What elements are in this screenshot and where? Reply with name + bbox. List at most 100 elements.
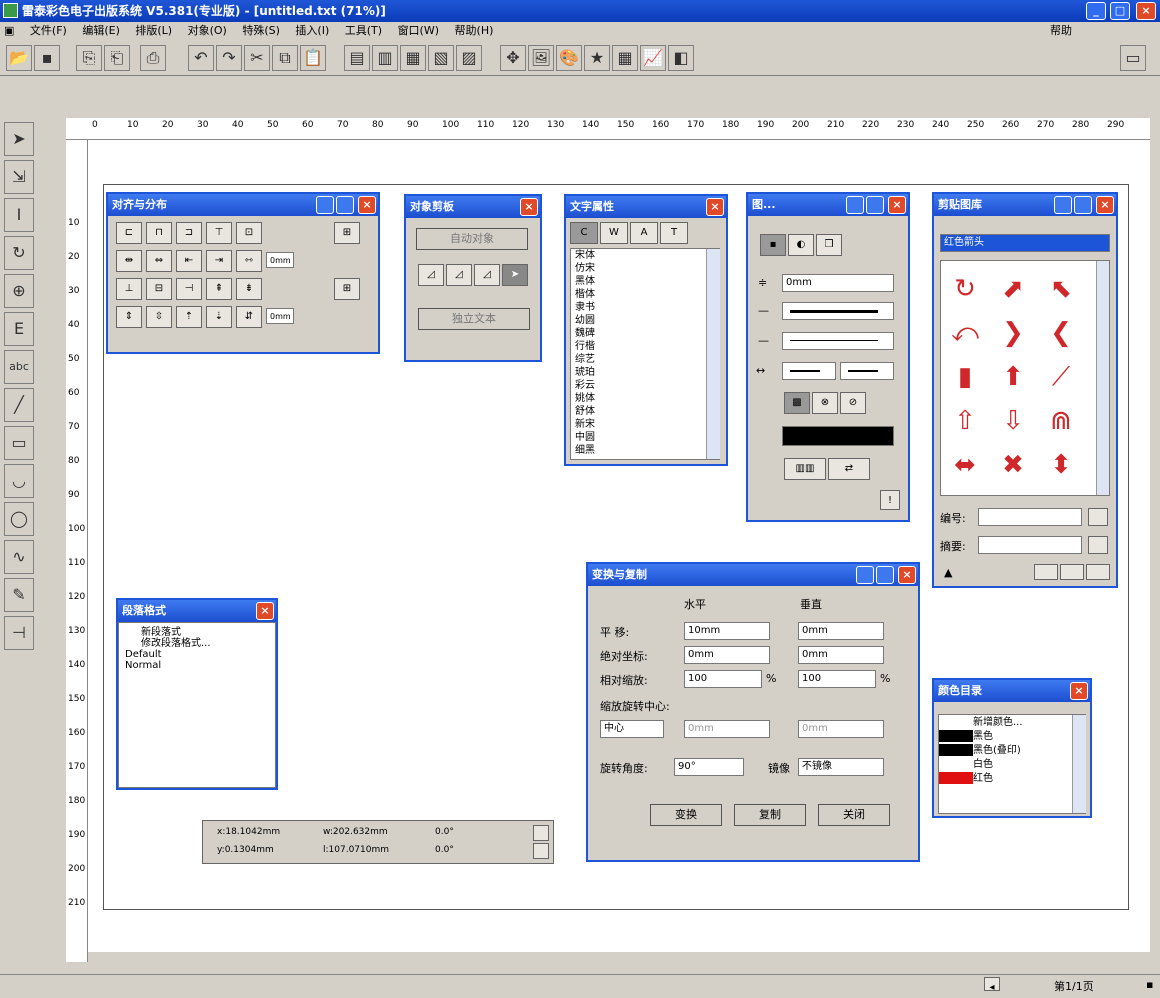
- align-bottom-icon[interactable]: ⊥: [116, 278, 142, 300]
- coord-btn-1-icon[interactable]: [533, 825, 549, 841]
- redo-icon[interactable]: ↷: [216, 45, 242, 71]
- table-icon[interactable]: ▦: [612, 45, 638, 71]
- menu-special[interactable]: 特殊(S): [242, 24, 280, 37]
- font-list-item[interactable]: 仿宋: [571, 262, 719, 275]
- menu-tools[interactable]: 工具(T): [345, 24, 382, 37]
- link-1-icon[interactable]: ◿: [418, 264, 444, 286]
- extra-icon[interactable]: ▭: [1120, 45, 1146, 71]
- minimize-icon[interactable]: [1054, 196, 1072, 214]
- font-list-item[interactable]: 魏碑: [571, 327, 719, 340]
- font-list-item[interactable]: 新宋: [571, 418, 719, 431]
- paragraph-palette-title[interactable]: 段落格式 ×: [118, 600, 276, 622]
- close-palette-button[interactable]: 关闭: [818, 804, 890, 826]
- link-3-icon[interactable]: ◿: [474, 264, 500, 286]
- zoom-icon[interactable]: ⊕: [4, 274, 34, 308]
- font-list-item[interactable]: 琥珀: [571, 366, 719, 379]
- center-v-field[interactable]: 0mm: [798, 720, 884, 738]
- close-icon[interactable]: ×: [520, 198, 538, 216]
- export-icon[interactable]: ⎗: [104, 45, 130, 71]
- distribute-v4-icon[interactable]: ⇣: [206, 306, 232, 328]
- select-arrow-icon[interactable]: ➤: [4, 122, 34, 156]
- tab-word[interactable]: W: [600, 222, 628, 244]
- chevron-right-arrow-icon[interactable]: ❯: [997, 317, 1029, 349]
- line-end-cap-select[interactable]: [840, 362, 894, 380]
- star-icon[interactable]: ★: [584, 45, 610, 71]
- close-button[interactable]: ×: [1136, 2, 1156, 20]
- down-outline-arrow-icon[interactable]: ⇩: [997, 405, 1029, 437]
- pattern-1-icon[interactable]: ▩: [784, 392, 810, 414]
- font-list-item[interactable]: 楷体: [571, 288, 719, 301]
- minimize-icon[interactable]: [316, 196, 334, 214]
- transform-button[interactable]: 变换: [650, 804, 722, 826]
- layout2-icon[interactable]: ▥: [372, 45, 398, 71]
- color-list-item[interactable]: 新增颜色...: [939, 715, 1085, 729]
- menu-right-help[interactable]: 帮助: [1050, 22, 1072, 40]
- clipart-nav-2-icon[interactable]: [1060, 564, 1084, 580]
- close-icon[interactable]: ×: [706, 198, 724, 216]
- maximize-icon[interactable]: [1074, 196, 1092, 214]
- link-pointer-icon[interactable]: ➤: [502, 264, 528, 286]
- maximize-button[interactable]: □: [1110, 2, 1130, 20]
- font-list-item[interactable]: 行楷: [571, 340, 719, 353]
- layout3-icon[interactable]: ▦: [400, 45, 426, 71]
- print-icon[interactable]: ⎙: [140, 45, 166, 71]
- align-mid-icon[interactable]: ⊟: [146, 278, 172, 300]
- object-palette-title[interactable]: 对象剪板 ×: [406, 196, 540, 218]
- stroke-color-select[interactable]: [782, 426, 894, 446]
- font-list-item[interactable]: 综艺: [571, 353, 719, 366]
- layout1-icon[interactable]: ▤: [344, 45, 370, 71]
- font-list-item[interactable]: 细黑: [571, 444, 719, 457]
- close-icon[interactable]: ×: [1096, 196, 1114, 214]
- align-vcenter-icon[interactable]: ⊡: [236, 222, 262, 244]
- font-list[interactable]: 宋体 仿宋 黑体 楷体 隶书 幼圆 魏碑 行楷 综艺 琥珀 彩云 姚体 舒体 新宋 中圆 细黑: [570, 248, 720, 460]
- menu-file[interactable]: 文件(F): [30, 24, 67, 37]
- apply-icon[interactable]: !: [880, 490, 900, 510]
- color-list-item[interactable]: 红色: [939, 771, 1085, 785]
- font-list-item[interactable]: 彩云: [571, 379, 719, 392]
- rotate-arrow-icon[interactable]: ↻: [949, 273, 981, 305]
- cross-arrow-icon[interactable]: ✖: [997, 449, 1029, 481]
- paragraph-style-item[interactable]: Default: [123, 649, 271, 660]
- minimize-icon[interactable]: [856, 566, 874, 584]
- v-spacing-field[interactable]: 0mm: [266, 308, 294, 324]
- transform-palette-title[interactable]: 变换与复制 ×: [588, 564, 918, 586]
- summary-field[interactable]: [978, 536, 1082, 554]
- distribute-v3-icon[interactable]: ⇡: [176, 306, 202, 328]
- layout4-icon[interactable]: ▧: [428, 45, 454, 71]
- paragraph-style-item[interactable]: Normal: [123, 660, 271, 671]
- u-turn-arrow-icon[interactable]: ⋒: [1045, 405, 1077, 437]
- open-icon[interactable]: 📂: [6, 45, 32, 71]
- auto-object-button[interactable]: 自动对象: [416, 228, 528, 250]
- center-select[interactable]: 中心: [600, 720, 664, 738]
- color-palette-title[interactable]: 颜色目录 ×: [934, 680, 1090, 702]
- stroke-palette-title[interactable]: 图... ×: [748, 194, 908, 216]
- paragraph-style-item[interactable]: 新段落式: [123, 627, 271, 638]
- clipart-palette-title[interactable]: 剪贴图库 ×: [934, 194, 1116, 216]
- menu-window[interactable]: 窗口(W): [398, 24, 439, 37]
- font-list-item[interactable]: 姚体: [571, 392, 719, 405]
- scale-h-field[interactable]: 100: [684, 670, 762, 688]
- close-icon[interactable]: ×: [1070, 682, 1088, 700]
- maximize-icon[interactable]: [336, 196, 354, 214]
- distribute-top-icon[interactable]: ⇞: [206, 278, 232, 300]
- text-attr-palette-title[interactable]: 文字属性 ×: [566, 196, 726, 218]
- up-down-arrow-icon[interactable]: ⬍: [1045, 449, 1077, 481]
- font-list-item[interactable]: 宋体: [571, 249, 719, 262]
- color-list-item[interactable]: 黑色(叠印): [939, 743, 1085, 757]
- fill-mode-icon[interactable]: ◐: [788, 234, 814, 256]
- menu-layout[interactable]: 排版(L): [135, 24, 172, 37]
- line-dash-select[interactable]: [782, 332, 894, 350]
- distribute-h-icon[interactable]: ⇹: [116, 250, 142, 272]
- up-left-arrow-icon[interactable]: ⬉: [1045, 273, 1077, 305]
- align-apply-icon[interactable]: ⊞: [334, 222, 360, 244]
- ellipse-icon[interactable]: ◯: [4, 502, 34, 536]
- page-prev-icon[interactable]: ◂: [984, 977, 1000, 993]
- rectangle-icon[interactable]: ▭: [4, 426, 34, 460]
- tab-type[interactable]: T: [660, 222, 688, 244]
- mirror-select[interactable]: 不镜像: [798, 758, 884, 776]
- up-right-arrow-icon[interactable]: ⬈: [997, 273, 1029, 305]
- color-list-item[interactable]: 黑色: [939, 729, 1085, 743]
- font-list-scrollbar[interactable]: [706, 249, 720, 459]
- chevron-left-arrow-icon[interactable]: ❮: [1045, 317, 1077, 349]
- close-icon[interactable]: ×: [898, 566, 916, 584]
